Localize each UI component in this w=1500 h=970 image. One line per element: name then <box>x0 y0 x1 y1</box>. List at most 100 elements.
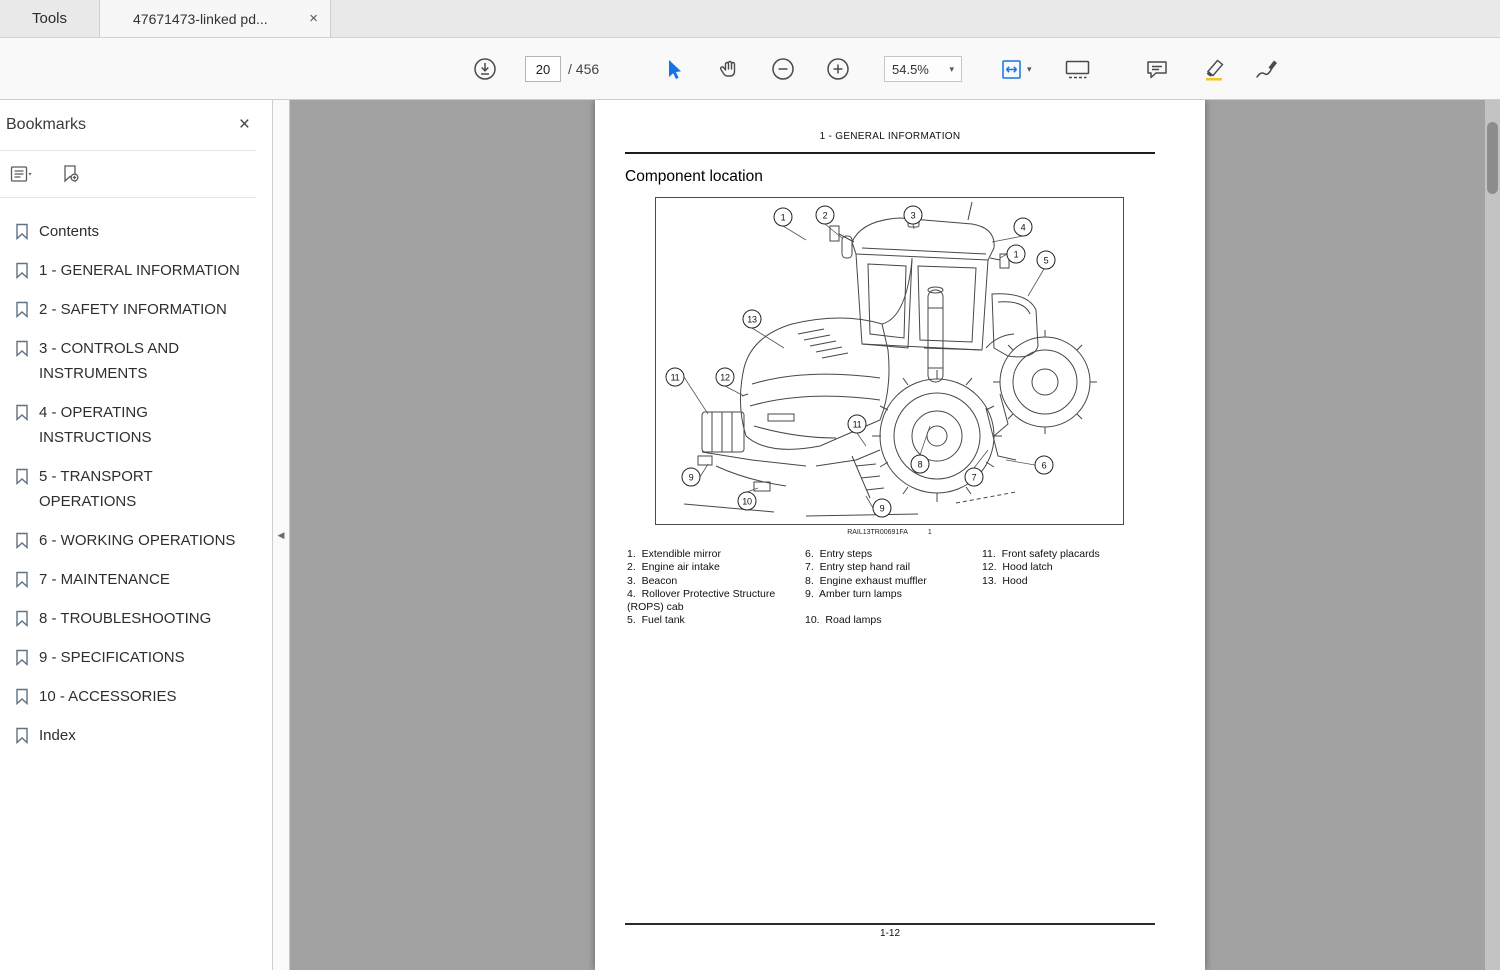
bookmark-item[interactable]: 8 - TROUBLESHOOTING <box>0 599 272 638</box>
panel-options-icon <box>10 166 32 182</box>
legend-item: 3. Beacon <box>627 574 678 587</box>
bookmark-icon <box>15 404 29 450</box>
zoom-in-button[interactable] <box>826 38 850 100</box>
zoom-in-icon <box>827 58 849 80</box>
zoom-level-dropdown[interactable]: 54.5% ▾ <box>884 56 962 82</box>
chevron-down-icon: ▾ <box>949 63 954 74</box>
bookmark-item-label: 10 - ACCESSORIES <box>39 688 177 705</box>
bookmarks-header: Bookmarks × <box>0 100 272 150</box>
page-count-label: / 456 <box>568 61 600 77</box>
bookmark-item-label: 5 - TRANSPORT OPERATIONS <box>39 468 153 510</box>
hand-tool-button[interactable] <box>717 38 740 100</box>
bookmark-item-label: 8 - TROUBLESHOOTING <box>39 610 212 627</box>
page-number-input[interactable] <box>525 56 561 82</box>
bookmark-item[interactable]: 1 - GENERAL INFORMATION <box>0 251 272 290</box>
component-location-figure: 1 2 3 4 1 5 13 11 12 11 8 6 7 9 10 9 <box>655 197 1124 525</box>
reading-mode-icon <box>1065 60 1090 78</box>
expand-current-bookmark-button[interactable] <box>60 164 80 184</box>
pointer-icon <box>669 60 681 79</box>
tab-tools[interactable]: Tools <box>0 0 100 37</box>
callout-number: 1 <box>1006 244 1026 264</box>
bookmark-item[interactable]: Contents <box>0 212 272 251</box>
collapse-left-icon: ◀ <box>277 529 285 540</box>
toolbar: / 456 54.5% ▾ ▾ <box>0 38 1500 100</box>
legend-item: 2. Engine air intake <box>627 561 720 574</box>
legend-item: 7. Entry step hand rail <box>805 561 911 574</box>
tab-tools-label: Tools <box>31 10 68 27</box>
bookmark-item[interactable]: 6 - WORKING OPERATIONS <box>0 521 272 560</box>
page-running-header: 1 - GENERAL INFORMATION <box>819 131 961 142</box>
callout-number: 7 <box>964 467 984 487</box>
bookmarks-toolbar <box>0 150 256 198</box>
bookmark-icon <box>15 301 29 322</box>
bookmark-item-label: Index <box>39 727 76 744</box>
sidebar-collapse-handle[interactable]: ◀ <box>273 100 290 970</box>
bookmark-icon <box>15 571 29 592</box>
bookmark-icon <box>15 223 29 244</box>
bookmark-icon <box>15 688 29 709</box>
bookmark-options-button[interactable] <box>10 165 32 183</box>
section-title: Component location <box>625 168 763 185</box>
callout-number: 4 <box>1013 217 1033 237</box>
bookmark-item[interactable]: Index <box>0 716 272 755</box>
bookmarks-panel: Bookmarks × Contents 1 - GENERAL INFORMA… <box>0 100 273 970</box>
bookmarks-title: Bookmarks <box>6 116 87 133</box>
legend-item: 8. Engine exhaust muffler <box>805 574 927 587</box>
callout-number: 6 <box>1034 455 1054 475</box>
legend-item: 12. Hood latch <box>982 561 1053 574</box>
legend-column-2: 6. Entry steps 7. Entry step hand rail 8. … <box>805 548 982 628</box>
bookmark-item-label: 2 - SAFETY INFORMATION <box>39 301 227 318</box>
bookmark-item[interactable]: 7 - MAINTENANCE <box>0 560 272 599</box>
tab-document[interactable]: 47671473-linked pd... × <box>100 0 331 37</box>
callout-number: 11 <box>847 414 867 434</box>
zoom-level-value: 54.5% <box>892 61 929 77</box>
pdf-page: 1 - GENERAL INFORMATION Component locati… <box>595 100 1205 970</box>
legend-item: 6. Entry steps <box>805 548 873 560</box>
bookmark-item[interactable]: 4 - OPERATING INSTRUCTIONS <box>0 393 272 457</box>
select-tool-button[interactable] <box>663 38 683 100</box>
callout-number: 13 <box>742 309 762 329</box>
fill-sign-button[interactable] <box>1254 38 1280 100</box>
callout-number: 5 <box>1036 250 1056 270</box>
legend-item <box>805 601 982 614</box>
legend-column-3: 11. Front safety placards 12. Hood latch 1… <box>982 548 1137 628</box>
legend-item: 4. Rollover Protective Structure (ROPS) … <box>627 587 779 614</box>
chevron-down-icon[interactable]: ▾ <box>1027 64 1032 75</box>
legend-item: 9. Amber turn lamps <box>805 587 902 600</box>
bookmark-item[interactable]: 9 - SPECIFICATIONS <box>0 638 272 677</box>
figure-reference-code: RAIL13TR00691FA <box>847 529 908 536</box>
bookmark-item[interactable]: 3 - CONTROLS AND INSTRUMENTS <box>0 329 272 393</box>
vertical-scrollbar[interactable] <box>1485 100 1500 970</box>
fill-sign-icon <box>1256 60 1277 78</box>
comment-button[interactable] <box>1145 38 1169 100</box>
legend-item: 1. Extendible mirror <box>627 548 721 560</box>
legend-item: 11. Front safety placards <box>982 548 1100 560</box>
read-mode-button[interactable] <box>1064 38 1091 100</box>
callout-number: 1 <box>773 207 793 227</box>
close-icon[interactable]: × <box>239 114 250 136</box>
highlighter-icon <box>1206 59 1224 81</box>
bookmark-item[interactable]: 5 - TRANSPORT OPERATIONS <box>0 457 272 521</box>
legend-column-1: 1. Extendible mirror 2. Engine air intake… <box>627 548 805 628</box>
document-viewport: 1 - GENERAL INFORMATION Component locati… <box>290 100 1500 970</box>
tractor-line-drawing <box>683 201 1097 517</box>
fit-width-icon <box>1002 59 1021 79</box>
bookmark-item-label: 9 - SPECIFICATIONS <box>39 649 185 666</box>
component-legend: 1. Extendible mirror 2. Engine air intake… <box>627 548 1157 628</box>
callout-number: 3 <box>903 205 923 225</box>
scrollbar-thumb[interactable] <box>1487 122 1498 194</box>
bookmark-item[interactable]: 2 - SAFETY INFORMATION <box>0 290 272 329</box>
zoom-out-button[interactable] <box>771 38 795 100</box>
bookmark-locate-icon <box>64 165 79 183</box>
highlight-button[interactable] <box>1202 38 1226 100</box>
save-download-button[interactable] <box>473 38 497 100</box>
bookmark-item-label: 1 - GENERAL INFORMATION <box>39 262 240 279</box>
bookmark-icon <box>15 262 29 283</box>
fit-page-button[interactable]: ▾ <box>1000 38 1032 100</box>
bookmark-item[interactable]: 10 - ACCESSORIES <box>0 677 272 716</box>
tab-close-icon[interactable]: × <box>309 10 318 27</box>
bookmark-item-label: 4 - OPERATING INSTRUCTIONS <box>39 404 152 446</box>
bookmark-item-label: 3 - CONTROLS AND INSTRUMENTS <box>39 340 180 382</box>
comment-icon <box>1147 61 1167 79</box>
callout-number: 12 <box>715 367 735 387</box>
